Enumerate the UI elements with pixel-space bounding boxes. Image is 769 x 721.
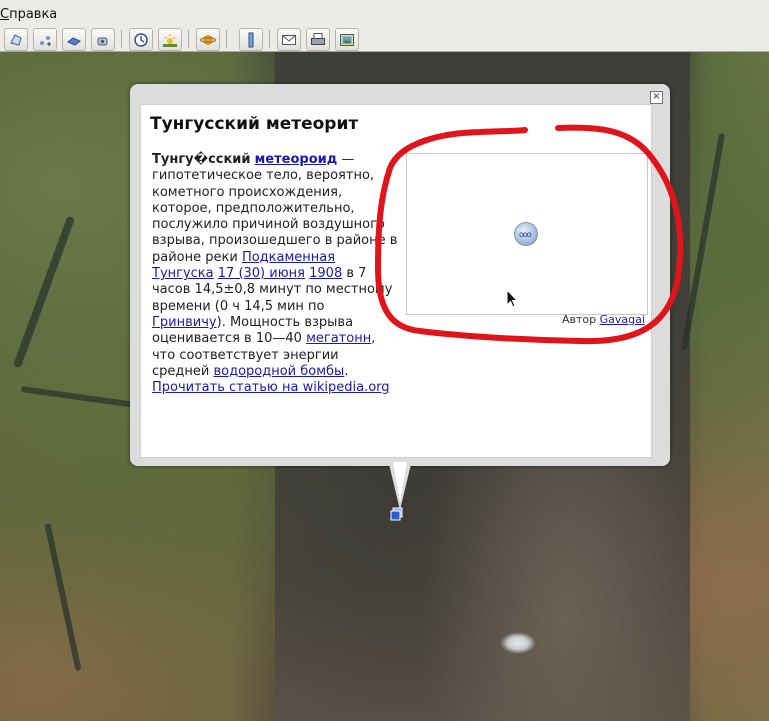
ruler-button[interactable] [239, 28, 263, 51]
historical-imagery-button[interactable] [129, 28, 153, 51]
river [44, 523, 82, 671]
menu-help-mnemonic: С [0, 7, 10, 22]
bomb-link[interactable]: водородной бомбы [213, 364, 344, 379]
year-link[interactable]: 1908 [309, 266, 342, 281]
red-annotation-icon [374, 124, 684, 345]
toolbar-separator [121, 30, 122, 48]
add-placemark-icon [40, 35, 51, 46]
article-text-1: — гипотетическое тело, вероятно, кометно… [152, 152, 398, 265]
menu-bar: Справка [0, 0, 769, 28]
balloon-title: Тунгусский метеорит [150, 114, 359, 134]
ruler-icon [248, 32, 254, 47]
article-text: Тунгу�сский метеороид — гипотетическое т… [152, 152, 400, 396]
add-path-button[interactable] [62, 28, 86, 51]
greenwich-link[interactable]: Гринвичу [152, 315, 217, 330]
meteoroid-link[interactable]: метеороид [255, 152, 338, 167]
add-overlay-button[interactable] [91, 28, 115, 51]
planets-icon [200, 34, 216, 45]
sunlight-icon [163, 33, 177, 47]
historical-imagery-icon [134, 32, 148, 47]
close-button[interactable]: × [650, 91, 663, 104]
toolbar [0, 27, 769, 52]
add-placemark-button[interactable] [33, 28, 57, 51]
add-path-icon [67, 36, 81, 46]
placemark-icon[interactable] [390, 507, 404, 521]
save-image-button[interactable] [335, 28, 359, 51]
megaton-link[interactable]: мегатонн [306, 331, 371, 346]
toolbar-separator [269, 30, 270, 48]
balloon-tail-inner [393, 462, 407, 502]
date-link[interactable]: 17 (30) июня [218, 266, 305, 281]
menu-help-rest: правка [9, 7, 58, 22]
article-text-5: . [344, 363, 349, 379]
river [12, 215, 76, 369]
article-term: Тунгу�сский [152, 152, 251, 167]
toolbar-separator [188, 30, 189, 48]
add-overlay-icon [97, 37, 108, 45]
add-polygon-icon [10, 33, 22, 46]
email-button[interactable] [277, 28, 301, 51]
toolbar-separator [226, 30, 227, 48]
wikipedia-link[interactable]: Прочитать статью на wikipedia.org [152, 380, 390, 395]
menu-help[interactable]: Справка [0, 7, 57, 22]
print-button[interactable] [306, 28, 330, 51]
snow-patch [500, 632, 536, 654]
planets-button[interactable] [196, 28, 220, 51]
email-icon [282, 34, 296, 45]
add-polygon-button[interactable] [4, 28, 28, 51]
sunlight-button[interactable] [158, 28, 182, 51]
save-image-icon [340, 33, 354, 46]
print-icon [311, 32, 325, 45]
